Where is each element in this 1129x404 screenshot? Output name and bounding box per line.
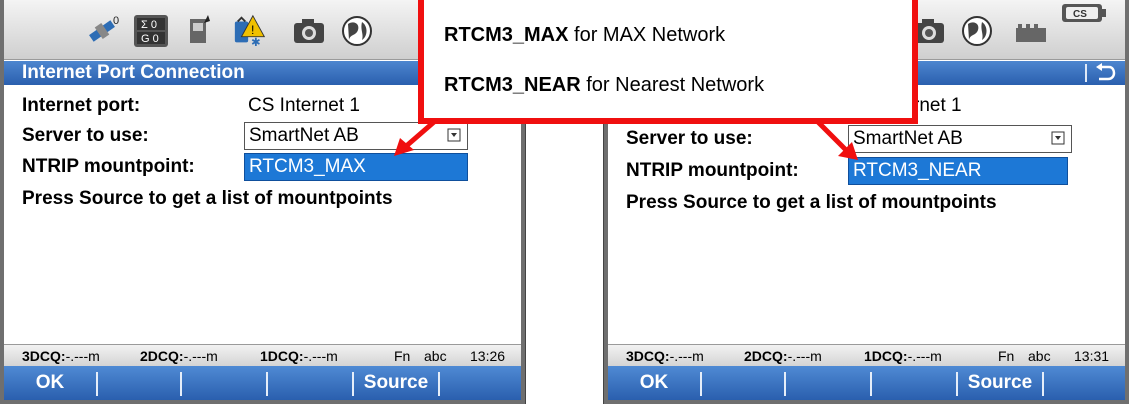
svg-text:CS: CS bbox=[1073, 9, 1087, 20]
input-mode-indicator: abc bbox=[424, 348, 447, 364]
server-value: SmartNet AB bbox=[249, 125, 359, 146]
hint-text: Press Source to get a list of mountpoint… bbox=[22, 188, 393, 209]
ok-button[interactable]: OK bbox=[608, 366, 700, 400]
softkey-divider bbox=[1042, 372, 1044, 396]
fn-indicator: Fn bbox=[394, 348, 411, 364]
callout-line-near: RTCM3_NEAR for Nearest Network bbox=[444, 74, 765, 96]
arrow-to-max-icon bbox=[394, 120, 436, 156]
clock: 13:26 bbox=[470, 348, 506, 364]
callout-line-max: RTCM3_MAX for MAX Network bbox=[444, 24, 726, 46]
globe-icon[interactable] bbox=[958, 12, 996, 50]
hint-text: Press Source to get a list of mountpoint… bbox=[626, 192, 997, 213]
softkey-divider bbox=[96, 372, 98, 396]
server-label: Server to use: bbox=[626, 128, 753, 149]
fn-indicator: Fn bbox=[998, 348, 1015, 364]
globe-icon[interactable] bbox=[338, 12, 376, 50]
quality-bar: 3DCQ:-.---m 2DCQ:-.---m 1DCQ:-.---m Fn a… bbox=[4, 344, 521, 366]
internet-port-label: Internet port: bbox=[22, 95, 141, 116]
softkey-bar: OK Source bbox=[608, 366, 1125, 400]
gps-count-label: 0 bbox=[113, 15, 119, 27]
arrow-to-near-icon bbox=[816, 120, 858, 160]
svg-text:G 0: G 0 bbox=[141, 33, 159, 45]
softkey-divider bbox=[870, 372, 872, 396]
2dcq-readout: 2DCQ:-.---m bbox=[140, 348, 218, 364]
internet-port-value[interactable]: CS Internet 1 bbox=[248, 92, 360, 120]
input-mode-indicator: abc bbox=[1028, 348, 1051, 364]
clock: 13:31 bbox=[1074, 348, 1110, 364]
camera-icon[interactable] bbox=[290, 12, 328, 50]
1dcq-readout: 1DCQ:-.---m bbox=[864, 348, 942, 364]
mountpoint-label: NTRIP mountpoint: bbox=[22, 156, 195, 177]
bluetooth-warning-icon[interactable]: ! ✱ bbox=[232, 12, 270, 50]
mountpoint-field[interactable]: RTCM3_NEAR bbox=[848, 157, 1068, 185]
softkey-divider bbox=[438, 372, 440, 396]
server-dropdown[interactable]: SmartNet AB bbox=[848, 125, 1072, 153]
ok-button[interactable]: OK bbox=[4, 366, 96, 400]
2dcq-readout: 2DCQ:-.---m bbox=[744, 348, 822, 364]
softkey-divider bbox=[784, 372, 786, 396]
back-icon[interactable] bbox=[1093, 63, 1117, 83]
mountpoint-label: NTRIP mountpoint: bbox=[626, 160, 799, 181]
dropdown-icon bbox=[447, 128, 461, 142]
server-label: Server to use: bbox=[22, 125, 149, 146]
svg-text:Σ 0: Σ 0 bbox=[141, 19, 157, 31]
softkey-bar: OK Source bbox=[4, 366, 521, 400]
source-button[interactable]: Source bbox=[958, 366, 1042, 400]
sd-card-icon[interactable] bbox=[180, 12, 218, 50]
cs-badge-icon[interactable]: CS bbox=[1060, 2, 1108, 24]
softkey-divider bbox=[180, 372, 182, 396]
dropdown-icon bbox=[1051, 131, 1065, 145]
satellite-icon[interactable]: 0 bbox=[84, 12, 122, 50]
sigma-icon[interactable]: Σ 0 G 0 bbox=[132, 12, 170, 50]
softkey-divider bbox=[266, 372, 268, 396]
svg-text:✱: ✱ bbox=[251, 35, 261, 49]
1dcq-readout: 1DCQ:-.---m bbox=[260, 348, 338, 364]
quality-bar: 3DCQ:-.---m 2DCQ:-.---m 1DCQ:-.---m Fn a… bbox=[608, 344, 1125, 366]
softkey-divider bbox=[700, 372, 702, 396]
memory-icon[interactable] bbox=[1012, 12, 1050, 50]
internet-port-value[interactable]: rnet 1 bbox=[913, 92, 962, 120]
server-value: SmartNet AB bbox=[853, 128, 963, 149]
callout-box: RTCM3_MAX for MAX Network RTCM3_NEAR for… bbox=[418, 0, 918, 124]
source-button[interactable]: Source bbox=[354, 366, 438, 400]
3dcq-readout: 3DCQ:-.---m bbox=[22, 348, 100, 364]
3dcq-readout: 3DCQ:-.---m bbox=[626, 348, 704, 364]
title-divider bbox=[1085, 64, 1087, 82]
